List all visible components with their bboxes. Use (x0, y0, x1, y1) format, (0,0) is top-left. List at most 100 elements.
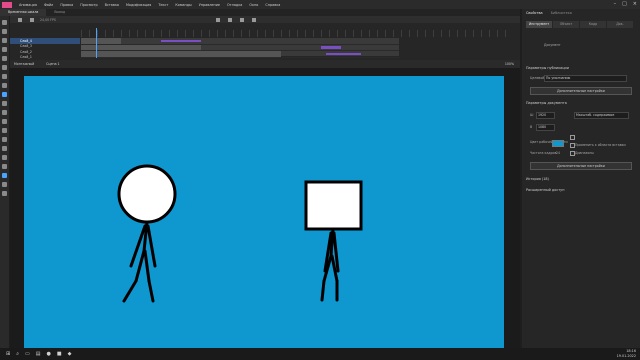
height-label: В (530, 125, 533, 129)
swap-colors-icon[interactable] (2, 182, 7, 187)
text-icon[interactable] (2, 65, 7, 70)
properties-segments: Инструмент Объект Кадр Док. (526, 21, 634, 28)
width-label: Ш (530, 113, 534, 117)
doc-params-title[interactable]: Параметры документа (526, 101, 567, 105)
access-section[interactable]: Расширенный доступ (526, 188, 564, 192)
target-select[interactable]: По умолчанию (544, 75, 627, 82)
maximize-icon[interactable]: □ (622, 1, 627, 7)
stage-canvas[interactable] (24, 76, 504, 348)
pen-icon[interactable] (2, 56, 7, 61)
minimize-icon[interactable]: – (614, 1, 617, 7)
keyframe-span[interactable] (321, 46, 341, 49)
zoom-select[interactable]: 100% (505, 62, 514, 66)
onion-skin-icon[interactable] (251, 17, 256, 22)
scale-checkbox[interactable] (570, 135, 575, 140)
menu-item[interactable]: Модификация (126, 3, 151, 7)
properties-panel: Свойства Библиотека Инструмент Объект Ка… (522, 9, 640, 348)
eraser-icon[interactable] (2, 137, 7, 142)
segment-tool[interactable]: Инструмент (526, 21, 552, 28)
camera-icon[interactable] (18, 17, 22, 22)
close-icon[interactable]: × (633, 1, 637, 7)
menu-item[interactable]: Управление (199, 3, 220, 7)
subselection-tool-icon[interactable] (2, 29, 7, 34)
height-field[interactable]: 1080 (536, 124, 555, 131)
bone-icon[interactable] (2, 110, 7, 115)
pencil-icon[interactable] (2, 101, 7, 106)
windows-start-icon[interactable]: ⊞ (6, 351, 10, 357)
brush-icon[interactable] (2, 92, 7, 97)
paint-bucket-icon[interactable] (2, 119, 7, 124)
menu-item[interactable]: Справка (265, 3, 280, 7)
rectangle-icon[interactable] (2, 83, 7, 88)
zoom-icon[interactable] (2, 155, 7, 160)
system-tray[interactable]: 18:16 19.01.2022 (617, 349, 636, 358)
menu-item[interactable]: Отладка (227, 3, 242, 7)
tab-library[interactable]: Библиотека (551, 11, 572, 15)
animate-app-icon[interactable]: ■ (57, 351, 62, 357)
tools-panel (0, 16, 9, 348)
more-settings-button[interactable]: Дополнительные настройки (530, 87, 632, 95)
more-tools-icon[interactable] (2, 191, 7, 196)
store-icon[interactable]: ◆ (68, 351, 72, 357)
frame-ruler[interactable] (81, 30, 511, 37)
apply-label: Применить к области вставки (575, 143, 626, 147)
explorer-icon[interactable]: ▤ (36, 351, 41, 357)
fps-field[interactable]: 24 (556, 151, 560, 155)
free-transform-icon[interactable] (2, 38, 7, 43)
tab-output[interactable]: Вывод (46, 9, 73, 16)
frame-span (81, 38, 121, 44)
scale-content-field[interactable]: Масштаб. содержимое (574, 112, 629, 119)
segment-frame[interactable]: Кадр (580, 21, 606, 28)
layer-depth-icon[interactable] (30, 17, 34, 22)
stick-figure-round-head (117, 164, 177, 303)
loop-icon[interactable] (239, 17, 244, 22)
task-view-icon[interactable]: ▭ (25, 351, 30, 357)
segment-doc[interactable]: Док. (607, 21, 633, 28)
frame-row[interactable] (81, 51, 399, 58)
scene-bar: Монтажный Сцена 1 100% (10, 60, 520, 68)
line-icon[interactable] (2, 74, 7, 79)
menu-item[interactable]: Текст (158, 3, 168, 7)
menu-item[interactable]: Файл (44, 3, 53, 7)
timeline-panel: 24,00 FPS Слой_4 Слой_3 Слой_2 Слой_1 (10, 16, 520, 60)
search-icon[interactable]: ⌕ (16, 351, 19, 357)
menu-item[interactable]: Просмотр (80, 3, 97, 7)
width-field[interactable]: 1920 (536, 112, 555, 119)
fill-color-icon[interactable] (2, 173, 7, 178)
lasso-icon[interactable] (2, 47, 7, 52)
tab-properties[interactable]: Свойства (526, 11, 543, 15)
breadcrumb: Монтажный (14, 62, 35, 66)
step-forward-icon[interactable] (227, 17, 232, 22)
fps-label: Частота кадров (530, 151, 557, 155)
doc-settings-button[interactable]: Дополнительные настройки (530, 162, 632, 170)
eyedropper-icon[interactable] (2, 128, 7, 133)
fps-readout[interactable]: 24,00 FPS (40, 18, 56, 22)
target-label: Целевой (530, 76, 545, 80)
menu-item[interactable]: Правка (60, 3, 73, 7)
tab-timeline[interactable]: Временная шкала (0, 9, 47, 16)
history-section[interactable]: История (18) (526, 177, 549, 181)
menu-item[interactable]: Вставка (105, 3, 119, 7)
stage-artwork (117, 164, 363, 303)
stroke-color-icon[interactable] (2, 164, 7, 169)
frame-grid[interactable] (81, 38, 399, 58)
menu-item[interactable]: Окно (249, 3, 258, 7)
stage-color-swatch[interactable] (552, 140, 564, 147)
segment-object[interactable]: Объект (553, 21, 579, 28)
menu-item[interactable]: Команды (175, 3, 191, 7)
stage-area (10, 68, 520, 348)
menu-item[interactable]: Анимация (19, 3, 37, 7)
properties-tabs: Свойства Библиотека (522, 9, 640, 17)
keyframe-span[interactable] (326, 52, 361, 55)
frame-span (81, 51, 281, 57)
selection-tool-icon[interactable] (2, 20, 7, 25)
publish-params-title[interactable]: Параметры публикации (526, 66, 569, 70)
hand-icon[interactable] (2, 146, 7, 151)
browser-icon[interactable]: ● (46, 351, 50, 357)
scene-name[interactable]: Сцена 1 (46, 62, 59, 66)
guides-label: Диапазоны (575, 151, 594, 155)
keyframe-span[interactable] (161, 39, 201, 42)
layer-list: Слой_4 Слой_3 Слой_2 Слой_1 (10, 38, 80, 60)
play-icon[interactable] (215, 17, 220, 22)
playhead[interactable] (96, 28, 97, 58)
